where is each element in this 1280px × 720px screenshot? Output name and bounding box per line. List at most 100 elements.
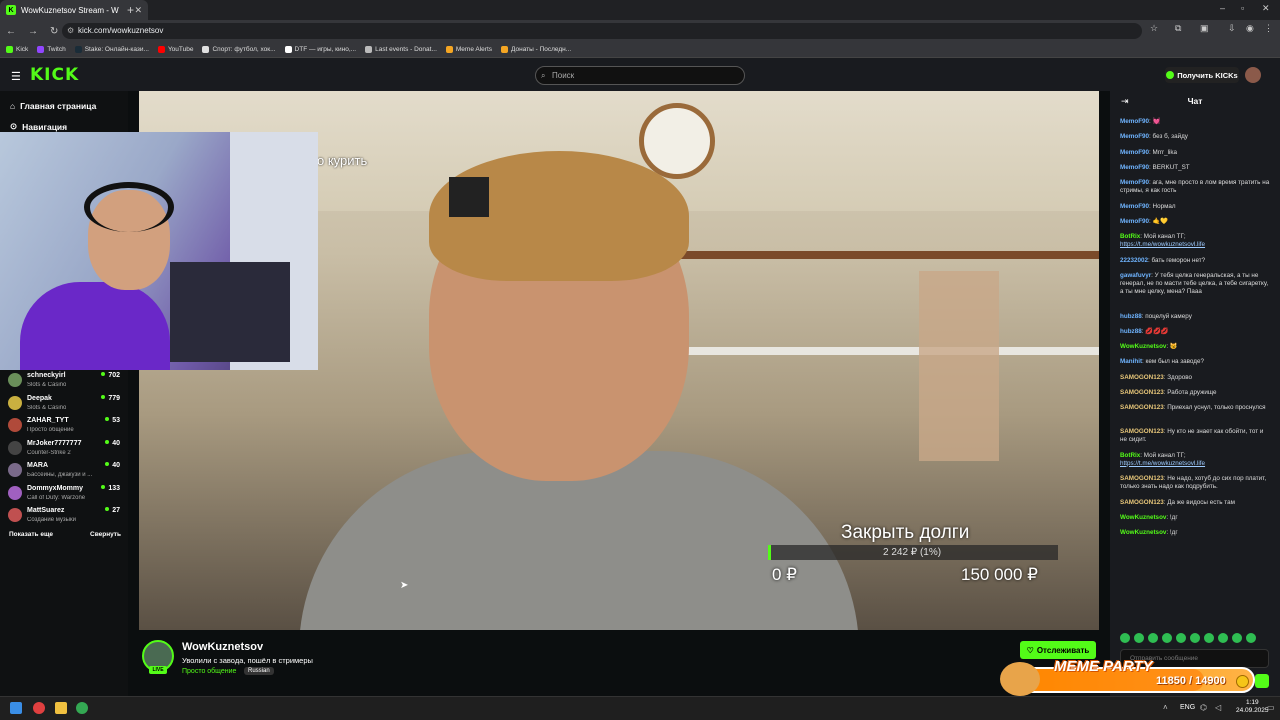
emote-icon[interactable] [1246,633,1256,643]
chat-link[interactable]: https://t.me/wowkuznetsovl.life [1120,460,1205,467]
chat-username[interactable]: SAMOGON123 [1120,404,1164,411]
sidebar-item-home[interactable]: ⌂ Главная страница [10,101,96,111]
chat-username[interactable]: MemoF90 [1120,203,1149,210]
file-explorer-icon[interactable] [55,702,67,714]
channel-list-item[interactable]: ZAHAR_TYT Просто общение 53 [8,417,120,438]
chat-username[interactable]: SAMOGON123 [1120,499,1164,506]
address-bar[interactable]: ⚙ kick.com/wowkuznetsov [62,23,1142,39]
sidebar-item-browse[interactable]: ⊙ Навигация [10,121,67,132]
extensions-icon[interactable]: ⧉ [1175,23,1181,34]
yandex-browser-icon[interactable] [33,702,45,714]
chat-username[interactable]: SAMOGON123 [1120,428,1164,435]
stream-category[interactable]: Просто общение [182,668,236,675]
chat-username[interactable]: SAMOGON123 [1120,374,1164,381]
chat-username[interactable]: WowKuznetsov [1120,343,1166,350]
chat-username[interactable]: MemoF90 [1120,149,1149,156]
site-info-icon[interactable]: ⚙ [67,23,74,39]
maximize-icon[interactable]: ▫ [1241,3,1244,13]
channel-list-item[interactable]: MrJoker7777777 Counter-Strike 2 40 [8,440,120,461]
chat-username[interactable]: 22232002 [1120,257,1148,264]
network-icon[interactable]: ⌬ [1200,703,1207,712]
channel-list-item[interactable]: DommyxMommy Call of Duty: Warzone 133 [8,485,120,506]
emote-icon[interactable] [1218,633,1228,643]
emote-icon[interactable] [1190,633,1200,643]
channel-list-item[interactable]: MattSuarez Создание музыки 27 [8,507,120,528]
language-tag[interactable]: Russian [244,667,274,675]
reload-icon[interactable]: ↻ [50,26,58,37]
emote-icon[interactable] [1120,633,1130,643]
bookmark-item[interactable]: Stake: Онлайн-кази... [74,46,149,53]
tab-close-icon[interactable]: ✕ [134,5,142,16]
mouse-cursor-icon: ➤ [400,580,409,591]
channel-list-item[interactable]: MARA Бассейны, джакузи и ... 40 [8,462,120,483]
bookmark-item[interactable]: Last events - Donat... [365,46,437,53]
emote-icon[interactable] [1176,633,1186,643]
get-kicks-button[interactable]: Получить KICKs [1165,67,1239,83]
chat-message: hubz88: 💋💋💋 [1120,328,1272,336]
emote-icon[interactable] [1162,633,1172,643]
windows-start-icon[interactable] [10,702,22,714]
profile-icon[interactable]: ◉ [1246,23,1254,34]
tray-chevron-icon[interactable]: ˄ [1163,703,1168,712]
streamer-name[interactable]: WowKuznetsov [182,641,263,653]
follow-label: Отслеживать [1036,645,1090,655]
browser-tab[interactable]: K WowKuznetsov Stream - W ✕ [0,0,148,20]
chat-username[interactable]: SAMOGON123 [1120,389,1164,396]
emote-icon[interactable] [1232,633,1242,643]
new-tab-icon[interactable]: + [127,3,134,17]
channel-category: Создание музыки [27,517,76,523]
browser-menu-icon[interactable]: ⋮ [1264,23,1273,34]
chat-username[interactable]: MemoF90 [1120,179,1149,186]
chat-username[interactable]: MemoF90 [1120,164,1149,171]
forward-icon[interactable]: → [28,26,38,37]
channel-list-item[interactable]: schneckyirl Slots & Casino 702 [8,372,120,393]
shelf-lace-image [679,347,1099,355]
chat-username[interactable]: MemoF90 [1120,118,1149,125]
chat-username[interactable]: SAMOGON123 [1120,475,1164,482]
bookmark-item[interactable]: Meme Alerts [445,46,492,53]
chat-username[interactable]: hubz88 [1120,328,1142,335]
downloads-icon[interactable]: ⇩ [1228,23,1236,34]
bookmark-item[interactable]: DTF — игры, кино,... [284,46,356,53]
channel-name: ZAHAR_TYT [27,417,69,424]
show-more-button[interactable]: Показать еще [9,531,53,538]
emote-icon[interactable] [1148,633,1158,643]
chrome-icon[interactable] [76,702,88,714]
bookmark-item[interactable]: YouTube [157,46,193,53]
search-input[interactable]: ⌕ Поиск [535,66,745,85]
language-indicator[interactable]: ENG [1180,704,1195,711]
bookmark-item[interactable]: Спорт: футбол, хок... [202,46,276,53]
bookmark-item[interactable]: Донаты - Последн... [501,46,571,53]
collapse-button[interactable]: Свернуть [90,531,121,538]
chat-username[interactable]: hubz88 [1120,313,1142,320]
follow-button[interactable]: ♡ Отслеживать [1020,641,1096,659]
volume-icon[interactable]: ◁ [1215,703,1221,712]
kick-logo[interactable]: KICK [30,65,79,85]
chat-username[interactable]: MemoF90 [1120,218,1149,225]
bookmark-star-icon[interactable]: ☆ [1150,23,1158,34]
channel-avatar [8,440,22,455]
notifications-icon[interactable]: ▭ [1267,703,1275,712]
chat-username[interactable]: BotRix [1120,452,1140,459]
chat-username[interactable]: BotRix [1120,233,1140,240]
sidebar-icon[interactable]: ▣ [1200,23,1209,34]
chat-username[interactable]: WowKuznetsov [1120,529,1166,536]
back-icon[interactable]: ← [6,26,16,37]
window-close-icon[interactable]: ✕ [1262,3,1270,14]
chat-link[interactable]: https://t.me/wowkuznetsovl.life [1120,241,1205,248]
minimize-icon[interactable]: – [1220,3,1225,13]
bookmark-label: Kick [16,46,29,53]
chat-username[interactable]: gawafuvyr [1120,272,1151,279]
bookmark-item[interactable]: Kick [6,46,28,53]
bookmark-item[interactable]: Twitch [37,46,66,53]
chat-username[interactable]: Manihit [1120,358,1142,365]
chat-username[interactable]: MemoF90 [1120,133,1149,140]
chat-username[interactable]: WowKuznetsov [1120,514,1166,521]
channel-avatar [8,485,22,500]
menu-hamburger-icon[interactable]: ☰ [11,70,21,83]
user-avatar[interactable] [1245,67,1261,83]
channel-list-item[interactable]: Deepak Slots & Casino 779 [8,395,120,416]
emote-icon[interactable] [1204,633,1214,643]
emote-icon[interactable] [1134,633,1144,643]
clock[interactable]: 1:19 24.09.2025 [1236,699,1269,715]
